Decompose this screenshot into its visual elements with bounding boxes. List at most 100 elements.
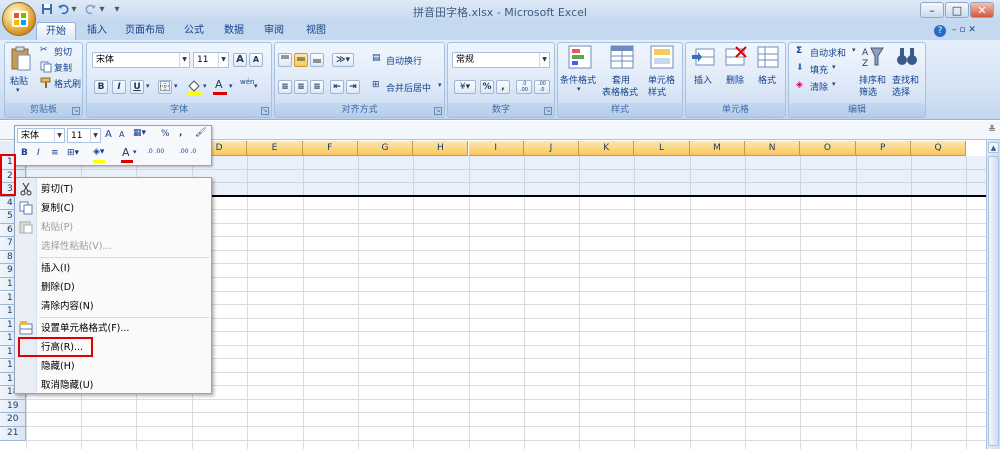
column-header[interactable]: M: [689, 141, 745, 156]
menu-item-insert[interactable]: 插入(I): [41, 260, 70, 277]
mini-align-center-icon[interactable]: ≡: [51, 148, 59, 158]
column-header[interactable]: O: [800, 141, 856, 156]
tab-review[interactable]: 审阅: [256, 22, 292, 40]
row-header[interactable]: 19: [0, 399, 26, 414]
delete-cells-button[interactable]: 删除: [722, 45, 750, 101]
underline-dropdown-icon[interactable]: ▾: [146, 82, 150, 90]
minimize-button[interactable]: –: [920, 2, 944, 18]
format-cells-button[interactable]: 格式: [754, 45, 782, 101]
alignment-launcher-icon[interactable]: ↘: [434, 107, 442, 115]
align-bottom-button[interactable]: [310, 53, 324, 67]
row-header[interactable]: 21: [0, 427, 26, 441]
column-header[interactable]: I: [468, 141, 524, 156]
mini-dec-decimal-button[interactable]: .00 .0: [179, 149, 196, 155]
redo-icon[interactable]: [84, 3, 98, 17]
column-header[interactable]: K: [579, 141, 635, 156]
conditional-format-button[interactable]: 条件格式 ▾: [560, 45, 600, 101]
expand-formula-icon[interactable]: ≚: [986, 124, 998, 136]
tab-formulas[interactable]: 公式: [176, 22, 212, 40]
font-color-button[interactable]: A: [213, 78, 227, 95]
font-name-combo[interactable]: 宋体 ▼: [92, 52, 190, 68]
mini-percent-button[interactable]: %: [161, 129, 170, 139]
mini-font-size-combo[interactable]: 11 ▼: [67, 128, 101, 143]
ribbon-minimize-button[interactable]: – ▫ ✕: [952, 25, 976, 35]
column-header[interactable]: H: [413, 141, 469, 156]
align-right-button[interactable]: ≡: [310, 80, 324, 94]
sort-filter-button[interactable]: AZ 排序和 筛选: [858, 45, 888, 101]
column-header[interactable]: F: [302, 141, 358, 156]
customize-qat-button[interactable]: ▾: [112, 3, 122, 17]
fill-color-dropdown-icon[interactable]: ▾: [203, 82, 207, 90]
align-center-button[interactable]: ≡: [294, 80, 308, 94]
menu-item-paste[interactable]: 粘贴(P): [41, 219, 73, 236]
column-header[interactable]: J: [523, 141, 580, 156]
underline-button[interactable]: U: [130, 80, 144, 94]
bold-button[interactable]: B: [94, 80, 108, 94]
redo-dropdown[interactable]: ▾: [98, 3, 106, 17]
insert-cells-button[interactable]: 插入: [690, 45, 718, 101]
number-launcher-icon[interactable]: ↘: [544, 107, 552, 115]
mini-bold-button[interactable]: B: [21, 148, 28, 158]
undo-icon[interactable]: [56, 3, 70, 17]
clipboard-launcher-icon[interactable]: ↘: [72, 107, 80, 115]
column-header[interactable]: E: [247, 141, 303, 156]
mini-inc-decimal-button[interactable]: .0 .00: [147, 149, 164, 155]
grow-font-button[interactable]: A: [233, 53, 247, 67]
font-launcher-icon[interactable]: ↘: [261, 107, 269, 115]
tab-data[interactable]: 数据: [216, 22, 252, 40]
column-header[interactable]: G: [357, 141, 414, 156]
borders-button[interactable]: [158, 80, 172, 94]
row-header[interactable]: 20: [0, 413, 26, 427]
menu-item-unhide[interactable]: 取消隐藏(U): [41, 377, 93, 394]
increase-decimal-button[interactable]: .0 .00: [516, 80, 532, 94]
close-button[interactable]: ✕: [970, 2, 994, 18]
scroll-up-icon[interactable]: ▲: [988, 142, 999, 153]
align-top-button[interactable]: [278, 53, 292, 67]
mini-format-painter-icon[interactable]: 🖌: [195, 128, 206, 138]
comma-button[interactable]: ,: [496, 80, 510, 94]
orientation-button[interactable]: ≫▾: [332, 53, 354, 67]
mini-grow-font-button[interactable]: A: [105, 129, 112, 140]
paste-button[interactable]: 粘贴 ▾: [8, 46, 34, 94]
column-header[interactable]: L: [634, 141, 690, 156]
tab-insert[interactable]: 插入: [80, 22, 114, 40]
tab-view[interactable]: 视图: [296, 22, 336, 40]
find-select-button[interactable]: 查找和 选择: [891, 45, 923, 101]
percent-button[interactable]: %: [480, 80, 494, 94]
menu-item-paste-special[interactable]: 选择性粘贴(V)...: [41, 238, 111, 255]
mini-comma-button[interactable]: ,: [179, 128, 182, 138]
italic-button[interactable]: I: [112, 80, 126, 94]
office-button[interactable]: [2, 2, 36, 36]
menu-item-clear-contents[interactable]: 清除内容(N): [41, 298, 94, 315]
number-format-combo[interactable]: 常规 ▼: [452, 52, 550, 68]
save-icon[interactable]: [40, 3, 54, 17]
format-as-table-button[interactable]: 套用 表格格式: [602, 45, 642, 101]
menu-item-hide[interactable]: 隐藏(H): [41, 358, 75, 375]
scroll-thumb[interactable]: [988, 156, 999, 446]
cell-styles-button[interactable]: 单元格 样式: [644, 45, 680, 101]
decrease-decimal-button[interactable]: .00 .0: [534, 80, 550, 94]
tab-home[interactable]: 开始: [36, 22, 76, 40]
align-middle-button[interactable]: [294, 53, 308, 67]
font-size-combo[interactable]: 11 ▼: [193, 52, 229, 68]
column-header[interactable]: N: [745, 141, 801, 156]
undo-dropdown[interactable]: ▾: [70, 3, 78, 17]
help-icon[interactable]: ?: [934, 25, 946, 37]
mini-fill-color-button[interactable]: ◈▾: [93, 147, 115, 163]
shrink-font-button[interactable]: A: [249, 53, 263, 67]
decrease-indent-button[interactable]: ⇤: [330, 80, 344, 94]
mini-shrink-font-button[interactable]: A: [119, 130, 124, 139]
column-header[interactable]: Q: [910, 141, 967, 156]
mini-italic-button[interactable]: I: [37, 148, 40, 158]
vertical-scrollbar[interactable]: ▲: [986, 140, 1000, 449]
menu-item-delete[interactable]: 删除(D): [41, 279, 75, 296]
phonetic-button[interactable]: wén ▾: [240, 78, 262, 94]
mini-styles-button[interactable]: ▦▾: [133, 128, 146, 138]
mini-borders-icon[interactable]: ⊞▾: [67, 148, 79, 158]
font-color-dropdown-icon[interactable]: ▾: [229, 82, 233, 90]
menu-item-copy[interactable]: 复制(C): [41, 200, 74, 217]
align-left-button[interactable]: ≡: [278, 80, 292, 94]
accounting-format-button[interactable]: ¥▾: [454, 80, 476, 94]
increase-indent-button[interactable]: ⇥: [346, 80, 360, 94]
fill-color-button[interactable]: [186, 79, 202, 95]
